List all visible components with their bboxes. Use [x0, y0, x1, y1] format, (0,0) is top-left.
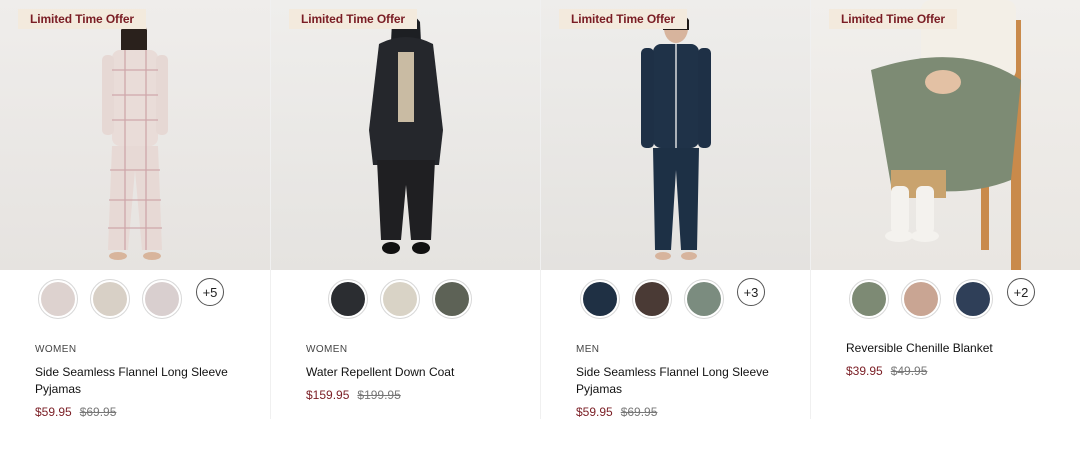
sale-price: $59.95 — [35, 405, 72, 419]
color-swatch[interactable] — [632, 279, 672, 319]
limited-offer-badge: Limited Time Offer — [18, 9, 146, 29]
color-swatch[interactable] — [90, 279, 130, 319]
model-in-down-coat — [369, 13, 443, 254]
sale-price: $59.95 — [576, 405, 613, 419]
model-in-plaid-pyjamas — [102, 17, 168, 260]
product-image[interactable]: Limited Time Offer — [271, 0, 541, 270]
product-image[interactable]: Limited Time Offer — [0, 0, 270, 270]
original-price: $199.95 — [357, 388, 401, 402]
more-colors-button[interactable]: +2 — [1007, 278, 1035, 306]
product-category: MEN — [576, 344, 600, 355]
color-swatch[interactable] — [849, 279, 889, 319]
color-swatch[interactable] — [142, 279, 182, 319]
color-swatches: +5 — [0, 270, 270, 328]
product-category: WOMEN — [306, 344, 348, 355]
product-name[interactable]: Side Seamless Flannel Long Sleeve Pyjama… — [35, 364, 240, 398]
product-price-row: $59.95 $69.95 — [576, 405, 810, 419]
product-price-row: $39.95 $49.95 — [846, 364, 1080, 378]
product-card[interactable]: Limited Time Offer WOMEN Water Repellent… — [270, 0, 541, 419]
color-swatch[interactable] — [432, 279, 472, 319]
color-swatches — [271, 270, 540, 328]
original-price: $49.95 — [890, 364, 928, 378]
product-card[interactable]: Limited Time Offer +3 MEN Side Seamless … — [540, 0, 811, 419]
color-swatch[interactable] — [380, 279, 420, 319]
color-swatch[interactable] — [901, 279, 941, 319]
product-category: WOMEN — [35, 344, 77, 355]
original-price: $69.95 — [79, 405, 117, 419]
product-name[interactable]: Side Seamless Flannel Long Sleeve Pyjama… — [576, 364, 780, 398]
product-image[interactable]: Limited Time Offer — [541, 0, 811, 270]
color-swatch[interactable] — [580, 279, 620, 319]
color-swatches: +3 — [541, 270, 810, 328]
sale-price: $159.95 — [306, 388, 350, 402]
color-swatch[interactable] — [328, 279, 368, 319]
limited-offer-badge: Limited Time Offer — [559, 9, 687, 29]
product-image[interactable]: Limited Time Offer — [811, 0, 1080, 270]
product-name[interactable]: Water Repellent Down Coat — [306, 364, 510, 381]
limited-offer-badge: Limited Time Offer — [289, 9, 417, 29]
product-price-row: $159.95 $199.95 — [306, 388, 540, 402]
color-swatch[interactable] — [38, 279, 78, 319]
color-swatches: +2 — [811, 270, 1080, 328]
limited-offer-badge: Limited Time Offer — [829, 9, 957, 29]
product-price-row: $59.95 $69.95 — [35, 405, 270, 419]
color-swatch[interactable] — [684, 279, 724, 319]
product-card[interactable]: Limited Time Offer +2 Reversible Chenill… — [810, 0, 1080, 419]
color-swatch[interactable] — [953, 279, 993, 319]
product-name[interactable]: Reversible Chenille Blanket — [846, 340, 1050, 357]
product-grid: Limited Time Offer +5 WOMEN Side Seamles… — [0, 0, 1080, 419]
original-price: $69.95 — [620, 405, 658, 419]
model-in-navy-pyjamas — [641, 12, 711, 260]
product-card[interactable]: Limited Time Offer +5 WOMEN Side Seamles… — [0, 0, 270, 419]
sale-price: $39.95 — [846, 364, 883, 378]
more-colors-button[interactable]: +5 — [196, 278, 224, 306]
seated-model-with-blanket — [871, 0, 1021, 270]
more-colors-button[interactable]: +3 — [737, 278, 765, 306]
